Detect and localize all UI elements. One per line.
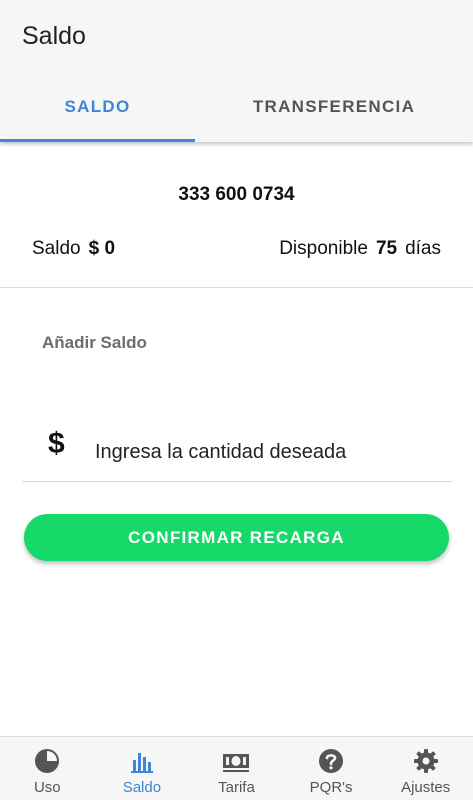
- saldo-label: Saldo: [32, 238, 81, 259]
- disponible-label: Disponible: [279, 238, 368, 259]
- page-title: Saldo: [22, 22, 86, 50]
- pie-chart-icon: [35, 749, 60, 773]
- nav-label: Saldo: [122, 779, 162, 796]
- dollar-icon: $: [48, 427, 65, 460]
- tab-bar: SALDO TRANSFERENCIA: [0, 72, 473, 142]
- nav-label: Tarifa: [218, 779, 255, 796]
- tab-transferencia[interactable]: TRANSFERENCIA: [195, 72, 473, 142]
- confirm-recharge-button[interactable]: CONFIRMAR RECARGA: [24, 514, 449, 561]
- help-icon: [319, 749, 344, 773]
- gear-icon: [413, 749, 438, 773]
- tab-saldo[interactable]: SALDO: [0, 72, 195, 142]
- nav-item-ajustes[interactable]: Ajustes: [378, 737, 473, 800]
- saldo-summary: Saldo $ 0: [32, 238, 115, 260]
- nav-label: Uso: [33, 779, 61, 796]
- nav-item-tarifa[interactable]: Tarifa: [189, 737, 284, 800]
- app-bar: Saldo SALDO TRANSFERENCIA: [0, 0, 473, 142]
- disponible-unit: días: [405, 238, 441, 259]
- bar-chart-icon: [130, 753, 153, 773]
- nav-label: Ajustes: [401, 779, 451, 796]
- add-balance-label: Añadir Saldo: [42, 333, 147, 352]
- money-icon: [223, 754, 250, 772]
- bottom-navigation: Uso Saldo Tarifa PQR's Ajustes: [0, 736, 473, 800]
- amount-input[interactable]: [22, 424, 452, 482]
- nav-label: PQR's: [309, 779, 353, 796]
- phone-number: 333 600 0734: [178, 184, 295, 205]
- nav-item-pqrs[interactable]: PQR's: [284, 737, 379, 800]
- nav-item-saldo[interactable]: Saldo: [95, 737, 190, 800]
- disponible-summary: Disponible 75 días: [279, 238, 441, 260]
- saldo-value: $ 0: [88, 238, 116, 259]
- section-divider: [0, 287, 473, 288]
- nav-item-uso[interactable]: Uso: [0, 737, 95, 800]
- disponible-value: 75: [375, 238, 398, 259]
